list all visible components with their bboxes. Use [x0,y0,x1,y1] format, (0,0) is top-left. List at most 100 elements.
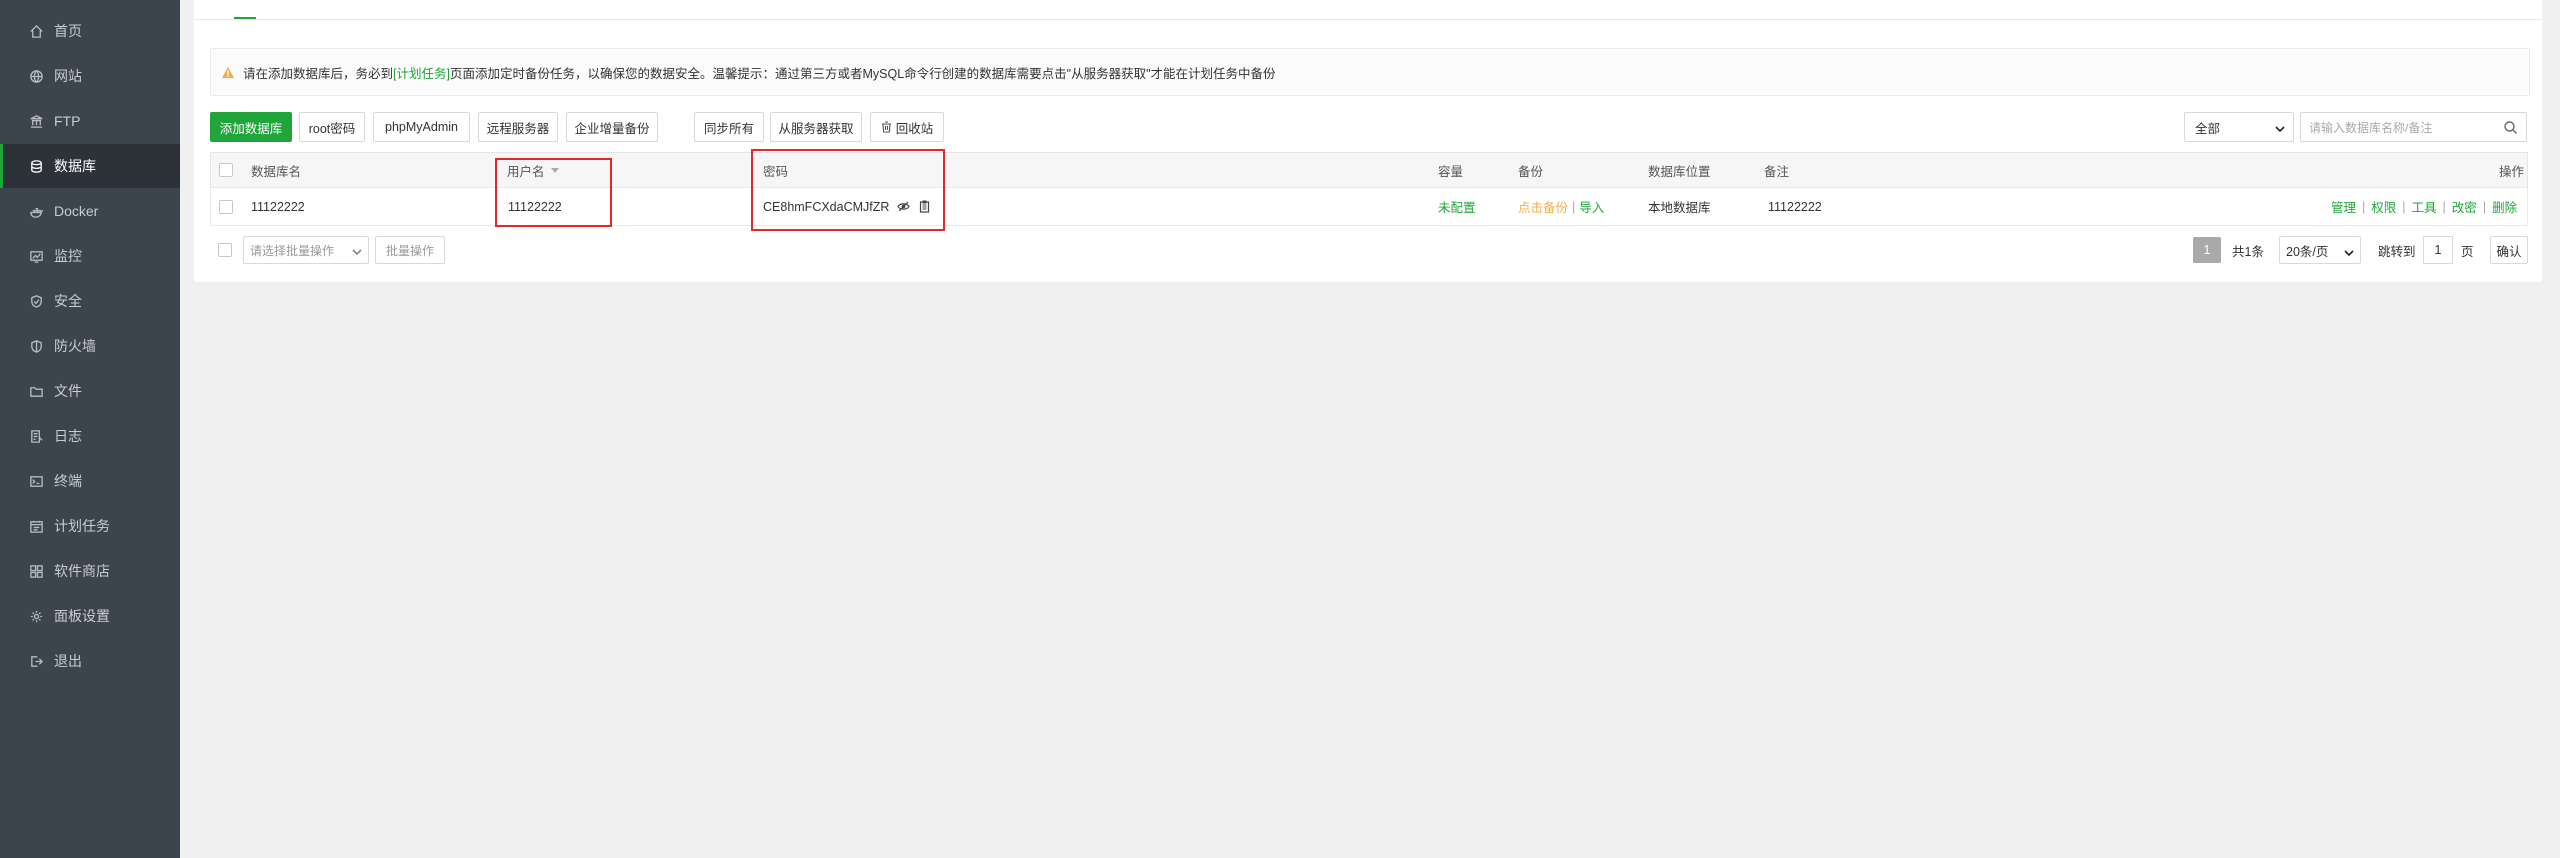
sidebar-item-cron[interactable]: 计划任务 [0,504,180,548]
get-from-server-button[interactable]: 从服务器获取 [770,112,862,142]
copy-icon[interactable] [918,200,931,213]
batch-operation-button[interactable]: 批量操作 [375,236,445,264]
separator: | [2442,199,2446,214]
permission-link[interactable]: 权限 [2371,197,2396,216]
cron-task-link[interactable]: [计划任务] [393,63,450,82]
toggle-visibility-icon[interactable] [897,200,911,213]
sidebar-item-website[interactable]: 网站 [0,54,180,98]
import-link[interactable]: 导入 [1579,197,1604,216]
search-placeholder: 请输入数据库名称/备注 [2309,120,2433,135]
separator: | [2402,199,2406,214]
sidebar-item-app-store[interactable]: 软件商店 [0,549,180,593]
batch-placeholder: 请选择批量操作 [250,243,335,258]
docker-icon [28,203,44,219]
globe-icon [28,68,44,84]
search-icon[interactable] [2503,120,2518,138]
sidebar-item-database[interactable]: 数据库 [0,144,180,188]
col-location: 数据库位置 [1648,164,1711,179]
database-filter-select[interactable]: 全部 [2184,112,2294,142]
sidebar-item-label: 面板设置 [54,608,110,624]
recycle-bin-button[interactable]: 回收站 [870,112,944,142]
log-icon [28,428,44,444]
change-password-link[interactable]: 改密 [2452,197,2477,216]
select-all-checkbox[interactable] [219,153,233,187]
col-username[interactable]: 用户名 [507,153,559,187]
sidebar-item-home[interactable]: 首页 [0,9,180,53]
col-actions: 操作 [2499,164,2525,179]
sidebar-item-label: FTP [54,113,81,129]
sidebar-item-panel-settings[interactable]: 面板设置 [0,594,180,638]
page-size-select[interactable]: 20条/页 [2279,236,2361,264]
terminal-icon [28,473,44,489]
page-current[interactable]: 1 [2193,237,2221,263]
sidebar-item-label: 网站 [54,68,82,84]
recycle-bin-label: 回收站 [895,121,934,136]
remote-server-button[interactable]: 远程服务器 [478,112,558,142]
warning-icon [221,66,235,79]
settings-icon [28,608,44,624]
root-password-button[interactable]: root密码 [299,112,365,142]
sidebar-item-monitor[interactable]: 监控 [0,234,180,278]
sync-all-button[interactable]: 同步所有 [694,112,764,142]
remark-value[interactable]: 11122222 [1768,188,1822,225]
sidebar-item-security[interactable]: 安全 [0,279,180,323]
row-checkbox[interactable] [219,188,233,225]
password-cell: CE8hmFCXdaCMJfZR [763,188,931,225]
tools-link[interactable]: 工具 [2412,197,2437,216]
sidebar-item-label: 软件商店 [54,563,110,579]
enterprise-backup-button[interactable]: 企业增量备份 [566,112,658,142]
batch-operation-select[interactable]: 请选择批量操作 [243,236,369,264]
confirm-jump-button[interactable]: 确认 [2490,236,2528,264]
sidebar-item-ftp[interactable]: FTP [0,99,180,143]
sidebar-item-label: 文件 [54,383,82,399]
backup-cell: 点击备份 | 导入 [1518,188,1604,225]
separator: | [1572,199,1576,214]
sidebar-item-terminal[interactable]: 终端 [0,459,180,503]
capacity-link[interactable]: 未配置 [1438,188,1476,225]
apps-icon [28,563,44,579]
logout-icon [28,653,44,669]
separator: | [2362,199,2366,214]
ftp-icon [28,113,44,129]
backup-notice: 请在添加数据库后，务必到 [计划任务] 页面添加定时备份任务，以确保您的数据安全… [210,48,2530,96]
database-name: 11122222 [251,199,305,214]
col-username-label: 用户名 [507,164,545,179]
col-capacity: 容量 [1438,164,1464,179]
manage-link[interactable]: 管理 [2331,197,2356,216]
database-search-input[interactable]: 请输入数据库名称/备注 [2300,112,2527,142]
sidebar-item-label: Docker [54,203,99,219]
chevron-down-icon [352,245,362,259]
page-size-value: 20条/页 [2286,244,2329,259]
sidebar-item-label: 日志 [54,428,82,444]
phpmyadmin-button[interactable]: phpMyAdmin [373,112,470,142]
sidebar-item-firewall[interactable]: 防火墙 [0,324,180,368]
sidebar-item-label: 退出 [54,653,82,669]
add-database-button[interactable]: 添加数据库 [210,112,292,142]
tab-divider [194,19,2542,20]
calendar-icon [28,518,44,534]
backup-now-link[interactable]: 点击备份 [1518,197,1568,216]
jump-to-label: 跳转到 [2378,244,2416,259]
col-backup: 备份 [1518,164,1544,179]
password-value: CE8hmFCXdaCMJfZR [763,199,890,214]
sidebar-item-label: 监控 [54,248,82,264]
page-jump-input[interactable]: 1 [2423,236,2453,264]
home-icon [28,23,44,39]
sidebar-item-logs[interactable]: 日志 [0,414,180,458]
shield-icon [28,293,44,309]
row-actions: 管理 | 权限 | 工具 | 改密 | 删除 [2331,188,2517,225]
sidebar-item-files[interactable]: 文件 [0,369,180,413]
notice-text-after: 页面添加定时备份任务，以确保您的数据安全。温馨提示：通过第三方或者MySQL命令… [449,66,1276,81]
delete-link[interactable]: 删除 [2492,197,2517,216]
sidebar: 首页 网站 FTP 数据库 Docker 监控 安全 防火墙 文件 日志 终端 [0,0,180,858]
sidebar-item-docker[interactable]: Docker [0,189,180,233]
page-unit-label: 页 [2461,244,2474,259]
database-icon [28,158,44,174]
trash-icon [881,121,892,133]
total-count: 共1条 [2232,244,2264,259]
sidebar-item-label: 终端 [54,473,82,489]
monitor-icon [28,248,44,264]
sidebar-item-logout[interactable]: 退出 [0,639,180,683]
batch-select-checkbox[interactable] [218,243,232,257]
table-header: 数据库名 用户名 密码 容量 备份 数据库位置 备注 操作 [210,152,2528,188]
